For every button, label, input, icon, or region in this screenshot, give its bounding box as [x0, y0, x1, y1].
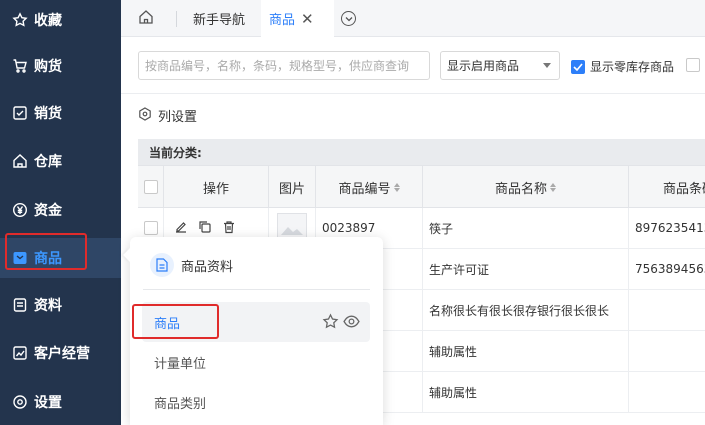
product-icon: [12, 250, 28, 266]
header-name[interactable]: 商品名称: [423, 166, 629, 208]
column-settings-label: 列设置: [158, 110, 198, 125]
sidebar-item-products[interactable]: 商品: [0, 238, 121, 278]
sidebar-item-label: 客户经营: [34, 346, 90, 362]
header-barcode[interactable]: 商品条码: [629, 166, 705, 208]
header-code[interactable]: 商品编号: [316, 166, 423, 208]
extra-checkbox[interactable]: [686, 58, 705, 76]
header-label: 商品编号: [338, 181, 391, 197]
row-barcode: 75638945637: [635, 262, 705, 276]
sidebar-item-label: 仓库: [34, 154, 62, 170]
sidebar-item-label: 资料: [34, 298, 62, 314]
submenu-item-product[interactable]: 商品: [142, 302, 370, 342]
sidebar-item-label: 设置: [34, 395, 62, 411]
submenu-divider: [143, 289, 370, 290]
tab-label: 新手导航: [193, 13, 246, 28]
settings-icon: [138, 106, 158, 125]
submenu-item-label: 商品: [154, 316, 181, 332]
row-name: 辅助属性: [423, 331, 629, 371]
sidebar-item-settings[interactable]: 设置: [0, 382, 121, 422]
divider: [121, 93, 705, 94]
star-icon: [12, 12, 28, 28]
header-label: 操作: [202, 181, 229, 197]
sidebar-item-favorites[interactable]: 收藏: [0, 0, 121, 40]
header-actions: 操作: [164, 166, 269, 208]
cart-icon: [12, 58, 28, 74]
home-icon: [12, 153, 28, 169]
close-icon[interactable]: ✕: [301, 10, 314, 28]
gear-icon: [12, 394, 28, 410]
zero-stock-label: 显示零库存商品: [590, 60, 675, 74]
sidebar-item-label: 销货: [34, 106, 62, 122]
sort-icon: [393, 182, 400, 192]
header-image: 图片: [269, 166, 316, 208]
submenu-arrow: [123, 248, 130, 262]
zero-stock-checkbox[interactable]: 显示零库存商品: [571, 58, 674, 75]
header-label: 商品名称: [494, 181, 547, 197]
row-name: 生产许可证: [423, 249, 629, 289]
submenu-header: 商品资料: [150, 253, 233, 277]
submenu-item-unit[interactable]: 计量单位: [142, 342, 370, 382]
home-icon: [138, 9, 154, 29]
row-name: 名称很长有很长很存银行很长很长: [423, 290, 629, 330]
search-placeholder: 按商品编号，名称，条码，规格型号，供应商查询: [145, 59, 410, 73]
select-all-checkbox[interactable]: [138, 166, 164, 208]
sidebar-item-label: 资金: [34, 203, 62, 219]
sidebar-item-customer[interactable]: 客户经营: [0, 333, 121, 373]
tab-bar: 新手导航 商品 ✕: [121, 0, 705, 37]
sidebar-item-funds[interactable]: 资金: [0, 190, 121, 230]
checkbox-checked-icon: [571, 59, 585, 74]
sidebar-item-label: 购货: [34, 59, 62, 75]
table-header: 操作 图片 商品编号 商品名称 商品条码: [138, 165, 705, 208]
status-select-value: 显示启用商品: [447, 59, 520, 73]
sidebar-item-warehouse[interactable]: 仓库: [0, 141, 121, 181]
category-bar: 当前分类:: [138, 139, 705, 165]
sales-icon: [12, 105, 28, 121]
search-input[interactable]: 按商品编号，名称，条码，规格型号，供应商查询: [138, 51, 430, 80]
sidebar-item-label: 收藏: [34, 13, 62, 29]
sidebar-item-purchase[interactable]: 购货: [0, 46, 121, 86]
row-barcode: 89762354131: [635, 221, 705, 235]
caret-down-icon: [543, 63, 551, 68]
checkbox-icon: [143, 180, 158, 194]
category-label: 当前分类:: [149, 145, 202, 160]
sidebar: 收藏 购货 销货 仓库 资金 商品 资料 客户经营 设置: [0, 0, 121, 425]
header-label: 商品条码: [662, 181, 705, 197]
copy-icon[interactable]: [198, 220, 212, 237]
checkbox-icon: [686, 58, 700, 72]
column-settings-button[interactable]: 列设置: [138, 106, 197, 125]
row-name: 筷子: [423, 208, 629, 248]
submenu-item-actions: [322, 313, 360, 334]
submenu-title: 商品资料: [181, 259, 234, 275]
sort-icon: [550, 182, 556, 192]
chart-icon: [12, 345, 28, 361]
document-icon: [12, 297, 28, 313]
star-outline-icon[interactable]: [322, 313, 339, 334]
tab-products[interactable]: 商品 ✕: [261, 0, 334, 37]
submenu-item-category[interactable]: 商品类别: [142, 382, 370, 422]
sidebar-item-data[interactable]: 资料: [0, 285, 121, 325]
status-select[interactable]: 显示启用商品: [440, 51, 560, 80]
chevron-down-icon[interactable]: [341, 11, 356, 26]
delete-icon[interactable]: [222, 220, 236, 237]
yen-icon: [12, 202, 28, 218]
row-barcode: [629, 331, 705, 371]
header-label: 图片: [278, 181, 305, 197]
tab-label: 商品: [269, 13, 296, 28]
sidebar-item-label: 商品: [34, 251, 62, 267]
checkbox-icon: [143, 221, 158, 235]
row-barcode: [629, 372, 705, 412]
tab-guide[interactable]: 新手导航: [193, 0, 245, 37]
edit-icon[interactable]: [174, 220, 188, 237]
submenu-item-label: 商品类别: [154, 396, 207, 412]
row-name: 辅助属性: [423, 372, 629, 412]
file-icon: [150, 253, 174, 277]
home-tab[interactable]: [134, 7, 158, 31]
submenu-item-label: 计量单位: [154, 356, 207, 372]
sidebar-item-sales[interactable]: 销货: [0, 93, 121, 133]
tab-divider: [176, 11, 177, 27]
eye-icon[interactable]: [343, 313, 360, 334]
row-barcode: [629, 290, 705, 330]
